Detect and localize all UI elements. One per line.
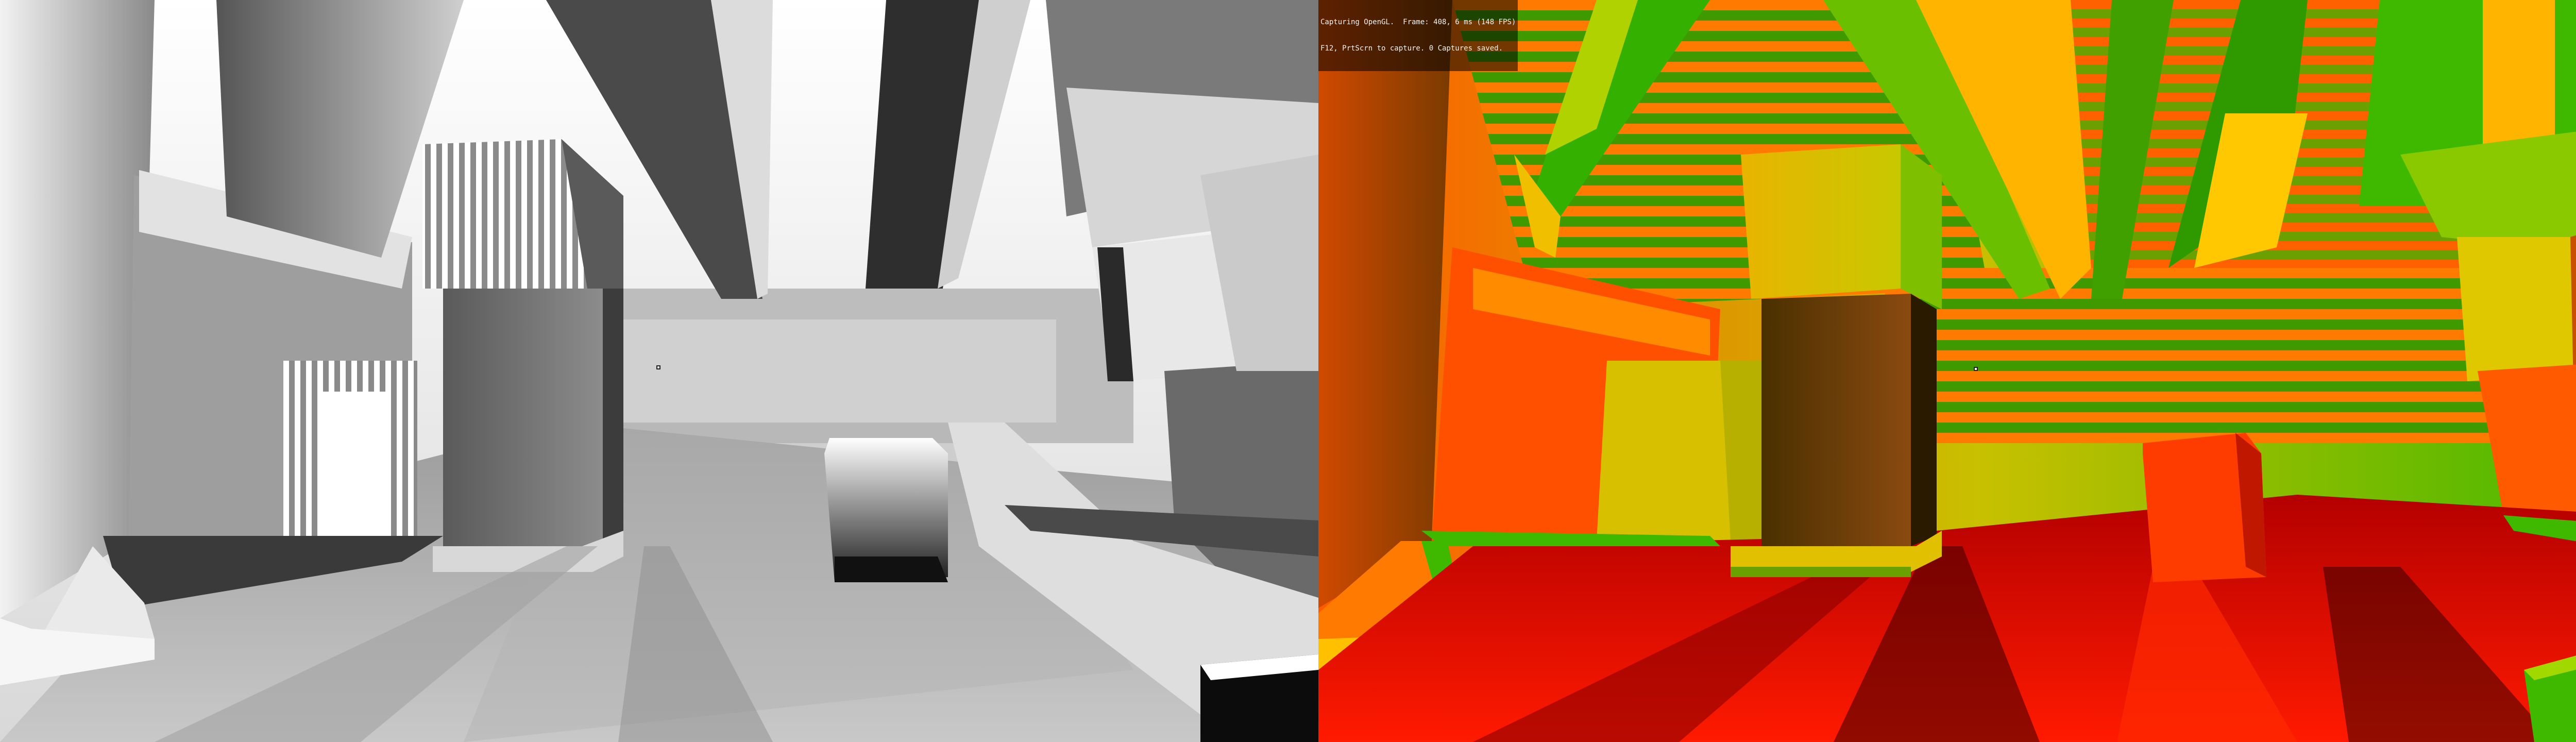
- depth-view-panel: [0, 0, 1318, 742]
- game-viewport[interactable]: Capturing OpenGL. Frame: 408, 6 ms (148 …: [0, 0, 2576, 742]
- crosshair-icon: [1974, 367, 1978, 371]
- color-view-panel: Capturing OpenGL. Frame: 408, 6 ms (148 …: [1318, 0, 2576, 742]
- capture-overlay: Capturing OpenGL. Frame: 408, 6 ms (148 …: [1318, 0, 1518, 71]
- capture-status-text: Capturing OpenGL. Frame: 408, 6 ms (148 …: [1320, 18, 1516, 26]
- crosshair-icon: [656, 365, 660, 369]
- depth-scene: [0, 0, 1318, 742]
- color-scene: [1318, 0, 2576, 742]
- capture-hint-text: F12, PrtScrn to capture. 0 Captures save…: [1320, 44, 1503, 53]
